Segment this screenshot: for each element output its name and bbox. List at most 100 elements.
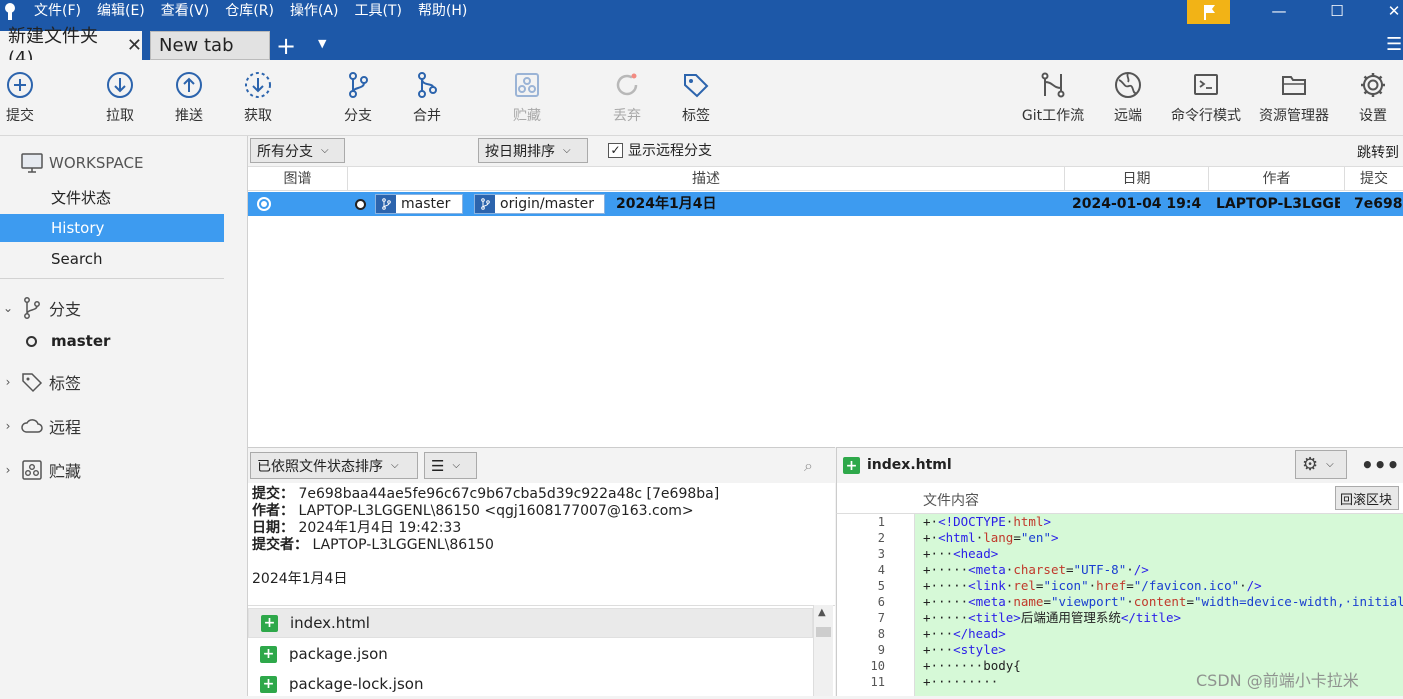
sort-order-dropdown[interactable]: 按日期排序 ⌵ xyxy=(478,138,588,163)
git-flow-button[interactable]: Git工作流 xyxy=(1018,60,1088,132)
maximize-button[interactable]: ☐ xyxy=(1314,0,1360,22)
file-item-index-html[interactable]: + index.html xyxy=(248,608,813,638)
stash-icon xyxy=(22,460,42,480)
changed-files-list: + index.html + package.json + package-lo… xyxy=(248,605,835,696)
sidebar-item-history[interactable]: History xyxy=(0,214,224,242)
file-item-package-lock-json[interactable]: + package-lock.json xyxy=(248,669,813,699)
commit-author: LAPTOP-L3LGGENL xyxy=(1216,196,1340,212)
diff-header: + index.html ⚙ ⌵ ••• xyxy=(836,447,1403,483)
code-line: +·····<meta·name="viewport"·content="wid… xyxy=(923,594,1403,609)
diff-file-name: index.html xyxy=(867,457,952,473)
add-tab-icon[interactable]: + xyxy=(276,32,296,60)
tab-close-icon[interactable]: ✕ xyxy=(127,35,142,56)
close-window-button[interactable]: ✕ xyxy=(1371,0,1403,22)
workspace-section[interactable]: WORKSPACE xyxy=(0,148,224,178)
minimize-button[interactable]: — xyxy=(1256,0,1302,22)
commit-details-panel: 提交： 7e698baa44ae5fe96c67c9b67cba5d39c922… xyxy=(248,483,835,605)
gear-icon xyxy=(1361,73,1385,97)
branch-icon xyxy=(24,297,40,319)
code-line: +·<!DOCTYPE·html> xyxy=(923,514,1051,529)
code-line: +·····<meta·charset="UTF-8"·/> xyxy=(923,562,1149,577)
stash-button[interactable]: 贮藏 xyxy=(507,60,547,132)
files-scrollbar[interactable]: ▲ xyxy=(813,605,833,696)
tab-dropdown-icon[interactable]: ▼ xyxy=(318,37,326,50)
commit-button[interactable]: 提交 xyxy=(0,60,40,132)
more-options-icon[interactable]: ••• xyxy=(1361,453,1399,477)
chevron-right-icon: › xyxy=(5,419,11,433)
pull-button[interactable]: 拉取 xyxy=(100,60,140,132)
chevron-down-icon: ⌵ xyxy=(391,460,399,471)
line-number-gutter: 1 2 3 4 5 6 7 8 9 10 11 xyxy=(837,514,915,696)
detail-author: 作者： LAPTOP-L3LGGENL\86150 <qgj1608177007… xyxy=(252,503,694,519)
ref-badge-master[interactable]: master xyxy=(375,194,463,214)
chevron-down-icon: ⌵ xyxy=(321,145,329,156)
merge-button[interactable]: 合并 xyxy=(407,60,447,132)
flag-icon xyxy=(1203,5,1215,20)
line-number: 7 xyxy=(877,611,885,625)
cloud-icon xyxy=(21,419,43,433)
column-description[interactable]: 描述 xyxy=(348,167,1065,191)
fetch-button[interactable]: 获取 xyxy=(238,60,278,132)
search-icon[interactable]: ⌕ xyxy=(804,456,813,476)
branches-section[interactable]: ⌄ 分支 xyxy=(0,293,224,323)
column-date[interactable]: 日期 xyxy=(1065,167,1209,191)
file-sort-dropdown[interactable]: 已依照文件状态排序 ⌵ xyxy=(250,452,418,479)
scroll-up-icon[interactable]: ▲ xyxy=(818,607,826,618)
file-item-package-json[interactable]: + package.json xyxy=(248,639,813,669)
code-line: +········· xyxy=(923,674,999,689)
menu-actions[interactable]: 操作(A) xyxy=(282,1,347,21)
menu-help[interactable]: 帮助(H) xyxy=(410,1,475,21)
sidebar: WORKSPACE 文件状态 History Search ⌄ 分支 maste… xyxy=(0,136,248,696)
menu-repository[interactable]: 仓库(R) xyxy=(217,1,282,21)
hamburger-menu-icon[interactable]: ☰ xyxy=(1386,34,1402,55)
watermark: CSDN @前端小卡拉米 xyxy=(1196,671,1359,690)
detail-date: 日期： 2024年1月4日 19:42:33 xyxy=(252,520,462,536)
terminal-button[interactable]: 命令行模式 xyxy=(1166,60,1246,132)
explorer-button[interactable]: 资源管理器 xyxy=(1254,60,1334,132)
checkmark-icon: ✓ xyxy=(608,142,623,158)
branch-filter-dropdown[interactable]: 所有分支 ⌵ xyxy=(250,138,345,163)
sidebar-item-search[interactable]: Search xyxy=(0,245,224,273)
maximize-icon: ☐ xyxy=(1330,2,1344,20)
menu-edit[interactable]: 编辑(E) xyxy=(89,1,153,21)
tags-section[interactable]: › 标签 xyxy=(0,367,224,397)
commit-date: 2024-01-04 19:42 xyxy=(1072,196,1202,212)
tag-icon xyxy=(22,373,43,393)
push-button[interactable]: 推送 xyxy=(169,60,209,132)
discard-button[interactable]: 丢弃 xyxy=(607,60,647,132)
commit-message: 2024年1月4日 xyxy=(616,196,717,212)
remotes-section[interactable]: › 远程 xyxy=(0,411,224,441)
scroll-thumb[interactable] xyxy=(816,627,831,637)
column-graph[interactable]: 图谱 xyxy=(248,167,348,191)
rollback-hunk-button[interactable]: 回滚区块 xyxy=(1335,486,1399,510)
jump-to-label[interactable]: 跳转到 xyxy=(1357,142,1399,162)
view-mode-dropdown[interactable]: ☰ ⌵ xyxy=(424,452,477,479)
tab-repository[interactable]: 新建文件夹 (4) ✕ xyxy=(0,26,142,69)
column-author[interactable]: 作者 xyxy=(1209,167,1345,191)
remote-button[interactable]: 远端 xyxy=(1108,60,1148,132)
settings-button[interactable]: 设置 xyxy=(1353,60,1393,132)
sidebar-item-file-status[interactable]: 文件状态 xyxy=(0,183,224,211)
line-number: 4 xyxy=(877,563,885,577)
show-remote-branches-checkbox[interactable]: ✓ 显示远程分支 xyxy=(608,140,712,160)
column-commit[interactable]: 提交 xyxy=(1345,167,1403,191)
close-icon: ✕ xyxy=(1387,2,1401,20)
minimize-icon: — xyxy=(1271,2,1287,20)
commit-row[interactable]: master origin/master 2024年1月4日 2024-01-0… xyxy=(248,192,1403,216)
tag-button[interactable]: 标签 xyxy=(676,60,716,132)
push-icon xyxy=(176,72,202,98)
workspace-label: WORKSPACE xyxy=(49,154,144,172)
branch-button[interactable]: 分支 xyxy=(338,60,378,132)
menu-tools[interactable]: 工具(T) xyxy=(346,1,409,21)
stashes-section[interactable]: › 贮藏 xyxy=(0,455,224,485)
tab-label: New tab xyxy=(159,35,234,56)
gear-icon: ⚙ xyxy=(1302,454,1319,475)
sidebar-branch-master[interactable]: master xyxy=(0,327,224,355)
tab-new-tab[interactable]: New tab xyxy=(150,31,270,60)
line-number: 9 xyxy=(877,643,885,657)
diff-options-dropdown[interactable]: ⚙ ⌵ xyxy=(1295,450,1347,479)
menu-view[interactable]: 查看(V) xyxy=(153,1,218,21)
notification-flag-button[interactable] xyxy=(1187,0,1230,24)
ref-badge-origin-master[interactable]: origin/master xyxy=(474,194,605,214)
menu-file[interactable]: 文件(F) xyxy=(26,1,89,21)
